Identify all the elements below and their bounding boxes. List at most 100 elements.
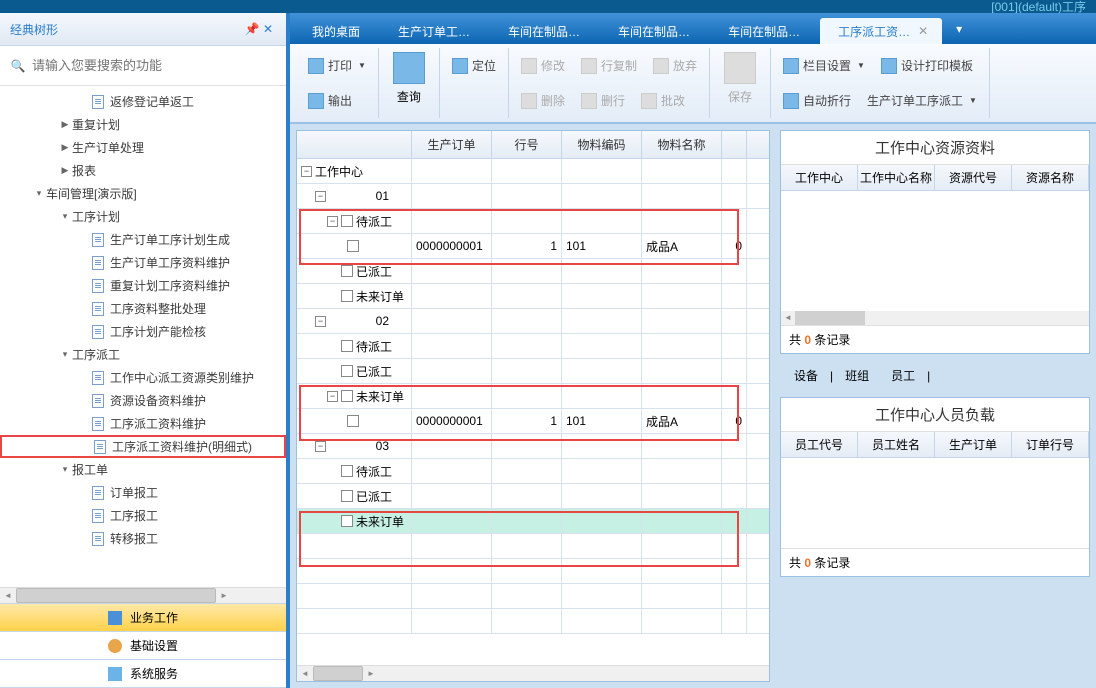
save-button[interactable]: 保存 bbox=[716, 48, 764, 109]
data-row[interactable]: 00000000011101成品A0 bbox=[297, 409, 769, 434]
tree-item[interactable]: ▾工序派工 bbox=[0, 343, 286, 366]
tree-row[interactable]: −未来订单 bbox=[297, 384, 769, 409]
doc-tab[interactable]: 我的桌面 bbox=[294, 18, 378, 44]
checkbox[interactable] bbox=[341, 340, 353, 352]
tree-item[interactable]: 工序派工资料维护(明细式) bbox=[0, 435, 286, 458]
tree-row[interactable]: 未来订单 bbox=[297, 284, 769, 309]
grid-hscroll[interactable] bbox=[297, 665, 769, 681]
grid-col-line[interactable]: 行号 bbox=[492, 131, 562, 158]
abandon-button[interactable]: 放弃 bbox=[647, 54, 703, 77]
subtab-emp[interactable]: 员工 bbox=[881, 364, 925, 387]
tree-row[interactable]: −待派工 bbox=[297, 209, 769, 234]
tree-item[interactable]: ▶报表 bbox=[0, 159, 286, 182]
grid-col-name[interactable]: 物料名称 bbox=[642, 131, 722, 158]
subtab-dev[interactable]: 设备 bbox=[784, 364, 828, 387]
tree-item[interactable]: 重复计划工序资料维护 bbox=[0, 274, 286, 297]
checkbox[interactable] bbox=[347, 240, 359, 252]
col-empid[interactable]: 员工代号 bbox=[781, 432, 858, 457]
tree-item[interactable]: ▾报工单 bbox=[0, 458, 286, 481]
tree-item[interactable]: ▶生产订单处理 bbox=[0, 136, 286, 159]
tree-item[interactable]: 转移报工 bbox=[0, 527, 286, 550]
col-resname[interactable]: 资源名称 bbox=[1012, 165, 1089, 190]
collapse-icon[interactable]: − bbox=[315, 316, 326, 327]
doc-tab[interactable]: 车间在制品… bbox=[600, 18, 708, 44]
checkbox[interactable] bbox=[341, 215, 353, 227]
colset-button[interactable]: 栏目设置▼ bbox=[777, 54, 871, 77]
collapse-icon[interactable]: − bbox=[315, 441, 326, 452]
edit-button[interactable]: 修改 bbox=[515, 54, 571, 77]
export-button[interactable]: 输出 bbox=[302, 89, 358, 112]
tree-item[interactable]: 工序报工 bbox=[0, 504, 286, 527]
pin-icon[interactable]: 📌 bbox=[244, 22, 260, 36]
rowcopy-button[interactable]: 行复制 bbox=[575, 54, 643, 77]
tree-item[interactable]: 资源设备资料维护 bbox=[0, 389, 286, 412]
tree-item[interactable]: 返修登记单返工 bbox=[0, 90, 286, 113]
rowdel-button[interactable]: 删行 bbox=[575, 89, 631, 112]
query-button[interactable]: 查询 bbox=[385, 48, 433, 109]
tree-item[interactable]: 订单报工 bbox=[0, 481, 286, 504]
col-wc[interactable]: 工作中心 bbox=[781, 165, 858, 190]
tree-row[interactable]: 待派工 bbox=[297, 459, 769, 484]
wrap-button[interactable]: 自动折行 bbox=[777, 89, 857, 112]
data-row[interactable]: 00000000011101成品A0 bbox=[297, 234, 769, 259]
sidebar-hscroll[interactable] bbox=[0, 587, 286, 603]
col-empname[interactable]: 员工姓名 bbox=[858, 432, 935, 457]
print-button[interactable]: 打印▼ bbox=[302, 54, 372, 77]
tree-item[interactable]: ▾工序计划 bbox=[0, 205, 286, 228]
tab-close-icon[interactable]: ✕ bbox=[918, 24, 928, 38]
grid-col-order[interactable]: 生产订单 bbox=[412, 131, 492, 158]
checkbox[interactable] bbox=[341, 290, 353, 302]
tree-item[interactable]: 生产订单工序资料维护 bbox=[0, 251, 286, 274]
search-input[interactable] bbox=[28, 54, 278, 77]
grid-col-mat[interactable]: 物料编码 bbox=[562, 131, 642, 158]
bottom-tab-cfg[interactable]: 基础设置 bbox=[0, 632, 286, 660]
checkbox[interactable] bbox=[341, 515, 353, 527]
tree-item[interactable]: ▾车间管理[演示版] bbox=[0, 182, 286, 205]
doc-tab[interactable]: 工序派工资…✕ bbox=[820, 18, 942, 44]
delete-button[interactable]: 删除 bbox=[515, 89, 571, 112]
tabs-dropdown[interactable]: ▾ bbox=[944, 13, 974, 44]
dispatch-button[interactable]: 生产订单工序派工▼ bbox=[861, 89, 983, 112]
tree-row[interactable]: 已派工 bbox=[297, 359, 769, 384]
checkbox[interactable] bbox=[341, 265, 353, 277]
chevron-icon[interactable]: ▾ bbox=[58, 349, 72, 360]
tree-item[interactable]: ▶重复计划 bbox=[0, 113, 286, 136]
checkbox[interactable] bbox=[341, 390, 353, 402]
checkbox[interactable] bbox=[341, 490, 353, 502]
panel-hscroll[interactable] bbox=[781, 311, 1089, 325]
col-line[interactable]: 订单行号 bbox=[1012, 432, 1089, 457]
bottom-tab-svc[interactable]: 系统服务 bbox=[0, 660, 286, 688]
doc-tab[interactable]: 车间在制品… bbox=[710, 18, 818, 44]
chevron-icon[interactable]: ▾ bbox=[58, 464, 72, 475]
checkbox[interactable] bbox=[347, 415, 359, 427]
tree-item[interactable]: 工序派工资料维护 bbox=[0, 412, 286, 435]
batch-button[interactable]: 批改 bbox=[635, 89, 691, 112]
subtab-team[interactable]: 班组 bbox=[835, 364, 879, 387]
col-order[interactable]: 生产订单 bbox=[935, 432, 1012, 457]
chevron-icon[interactable]: ▾ bbox=[32, 188, 46, 199]
tree-row[interactable]: 待派工 bbox=[297, 334, 769, 359]
tree-row[interactable]: −01 bbox=[297, 184, 769, 209]
checkbox[interactable] bbox=[341, 465, 353, 477]
chevron-icon[interactable]: ▶ bbox=[58, 142, 72, 153]
tree-row[interactable]: −工作中心 bbox=[297, 159, 769, 184]
tree-row[interactable]: −03 bbox=[297, 434, 769, 459]
collapse-icon[interactable]: − bbox=[315, 191, 326, 202]
close-icon[interactable]: ✕ bbox=[260, 22, 276, 36]
tree-row[interactable]: −02 bbox=[297, 309, 769, 334]
collapse-icon[interactable]: − bbox=[301, 166, 312, 177]
tree-item[interactable]: 生产订单工序计划生成 bbox=[0, 228, 286, 251]
checkbox[interactable] bbox=[341, 365, 353, 377]
doc-tab[interactable]: 车间在制品… bbox=[490, 18, 598, 44]
col-res[interactable]: 资源代号 bbox=[935, 165, 1012, 190]
tree-item[interactable]: 工作中心派工资源类别维护 bbox=[0, 366, 286, 389]
tree-item[interactable]: 工序资料整批处理 bbox=[0, 297, 286, 320]
printtpl-button[interactable]: 设计打印模板 bbox=[875, 54, 979, 77]
collapse-icon[interactable]: − bbox=[327, 391, 338, 402]
chevron-icon[interactable]: ▶ bbox=[58, 119, 72, 130]
doc-tab[interactable]: 生产订单工… bbox=[380, 18, 488, 44]
tree-row[interactable]: 已派工 bbox=[297, 259, 769, 284]
collapse-icon[interactable]: − bbox=[327, 216, 338, 227]
bottom-tab-biz[interactable]: 业务工作 bbox=[0, 604, 286, 632]
col-wcname[interactable]: 工作中心名称 bbox=[858, 165, 935, 190]
